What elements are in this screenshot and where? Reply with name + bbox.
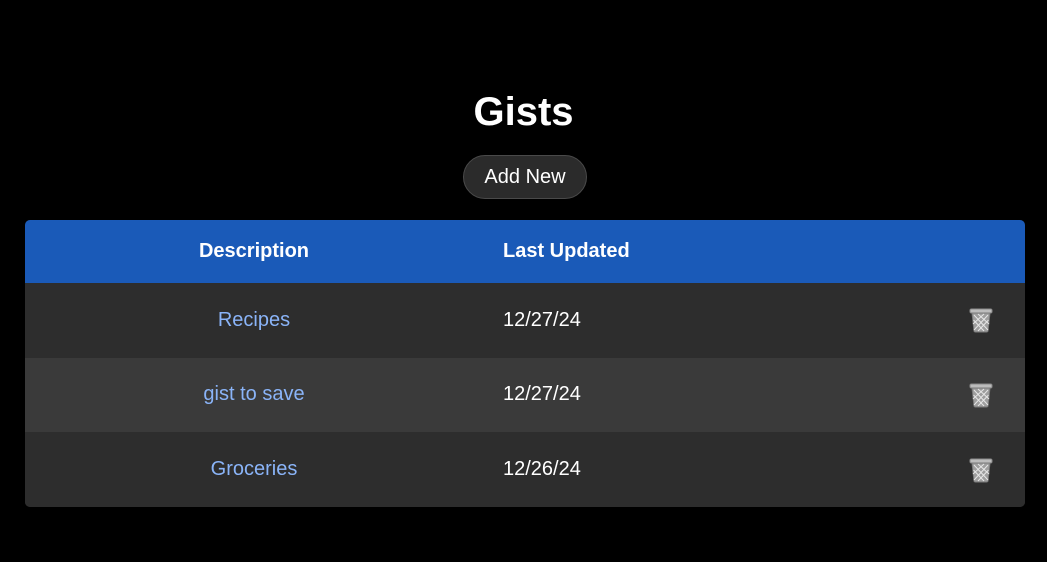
- gist-link-groceries[interactable]: Groceries: [211, 458, 298, 480]
- table-row: gist to save 12/27/24: [25, 357, 1025, 433]
- table-header: Description Last Updated: [25, 220, 1025, 283]
- description-cell: gist to save: [25, 383, 483, 406]
- add-new-button[interactable]: Add New: [463, 155, 587, 199]
- column-header-description: Description: [198, 240, 310, 262]
- trash-icon[interactable]: [969, 382, 993, 408]
- actions-cell: [903, 457, 1025, 483]
- actions-cell: [903, 382, 1025, 408]
- description-cell: Groceries: [25, 458, 483, 481]
- trash-icon[interactable]: [969, 457, 993, 483]
- table-row: Recipes 12/27/24: [25, 283, 1025, 358]
- gist-link-gist-to-save[interactable]: gist to save: [203, 383, 304, 405]
- table-row: Groceries 12/26/24: [25, 432, 1025, 507]
- column-header-last-updated: Last Updated: [503, 240, 630, 262]
- page-title: Gists: [473, 90, 574, 134]
- description-cell: Recipes: [25, 309, 483, 332]
- actions-cell: [903, 307, 1025, 333]
- last-updated-cell: 12/27/24: [503, 383, 581, 406]
- last-updated-cell: 12/26/24: [503, 458, 581, 481]
- trash-icon[interactable]: [969, 307, 993, 333]
- last-updated-cell: 12/27/24: [503, 308, 581, 331]
- gists-page: Gists Add New Description Last Updated R…: [0, 0, 1047, 562]
- gists-table: Description Last Updated Recipes 12/27/2…: [25, 220, 1025, 507]
- gist-link-recipes[interactable]: Recipes: [218, 309, 290, 331]
